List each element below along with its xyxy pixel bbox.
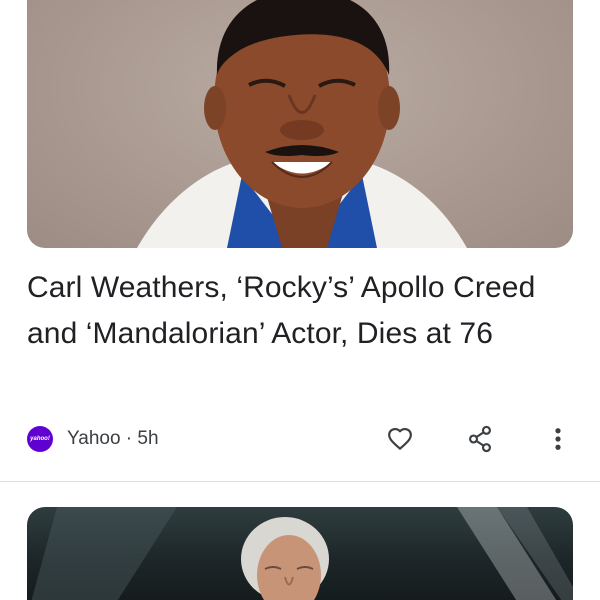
portrait-image (31, 507, 573, 600)
share-button[interactable] (463, 423, 497, 455)
portrait-image (137, 0, 467, 248)
card-divider (0, 481, 600, 482)
source-name[interactable]: Yahoo (67, 428, 121, 449)
article-thumbnail[interactable] (27, 507, 573, 600)
article-thumbnail[interactable] (27, 0, 573, 248)
more-vert-icon (555, 428, 561, 450)
share-icon (469, 425, 491, 453)
news-feed: Carl Weathers, ‘Rocky’s’ Apollo Creed an… (0, 0, 600, 600)
published-time: 5h (137, 428, 159, 449)
like-button[interactable] (383, 423, 417, 455)
heart-outline-icon (388, 427, 412, 450)
article-meta: yahoo! Yahoo · 5h (27, 423, 573, 455)
more-options-button[interactable] (541, 423, 575, 455)
article-headline[interactable]: Carl Weathers, ‘Rocky’s’ Apollo Creed an… (27, 265, 547, 357)
meta-separator: · (120, 428, 138, 449)
yahoo-logo-icon: yahoo! (27, 426, 53, 452)
source-info: Yahoo · 5h (67, 428, 159, 450)
